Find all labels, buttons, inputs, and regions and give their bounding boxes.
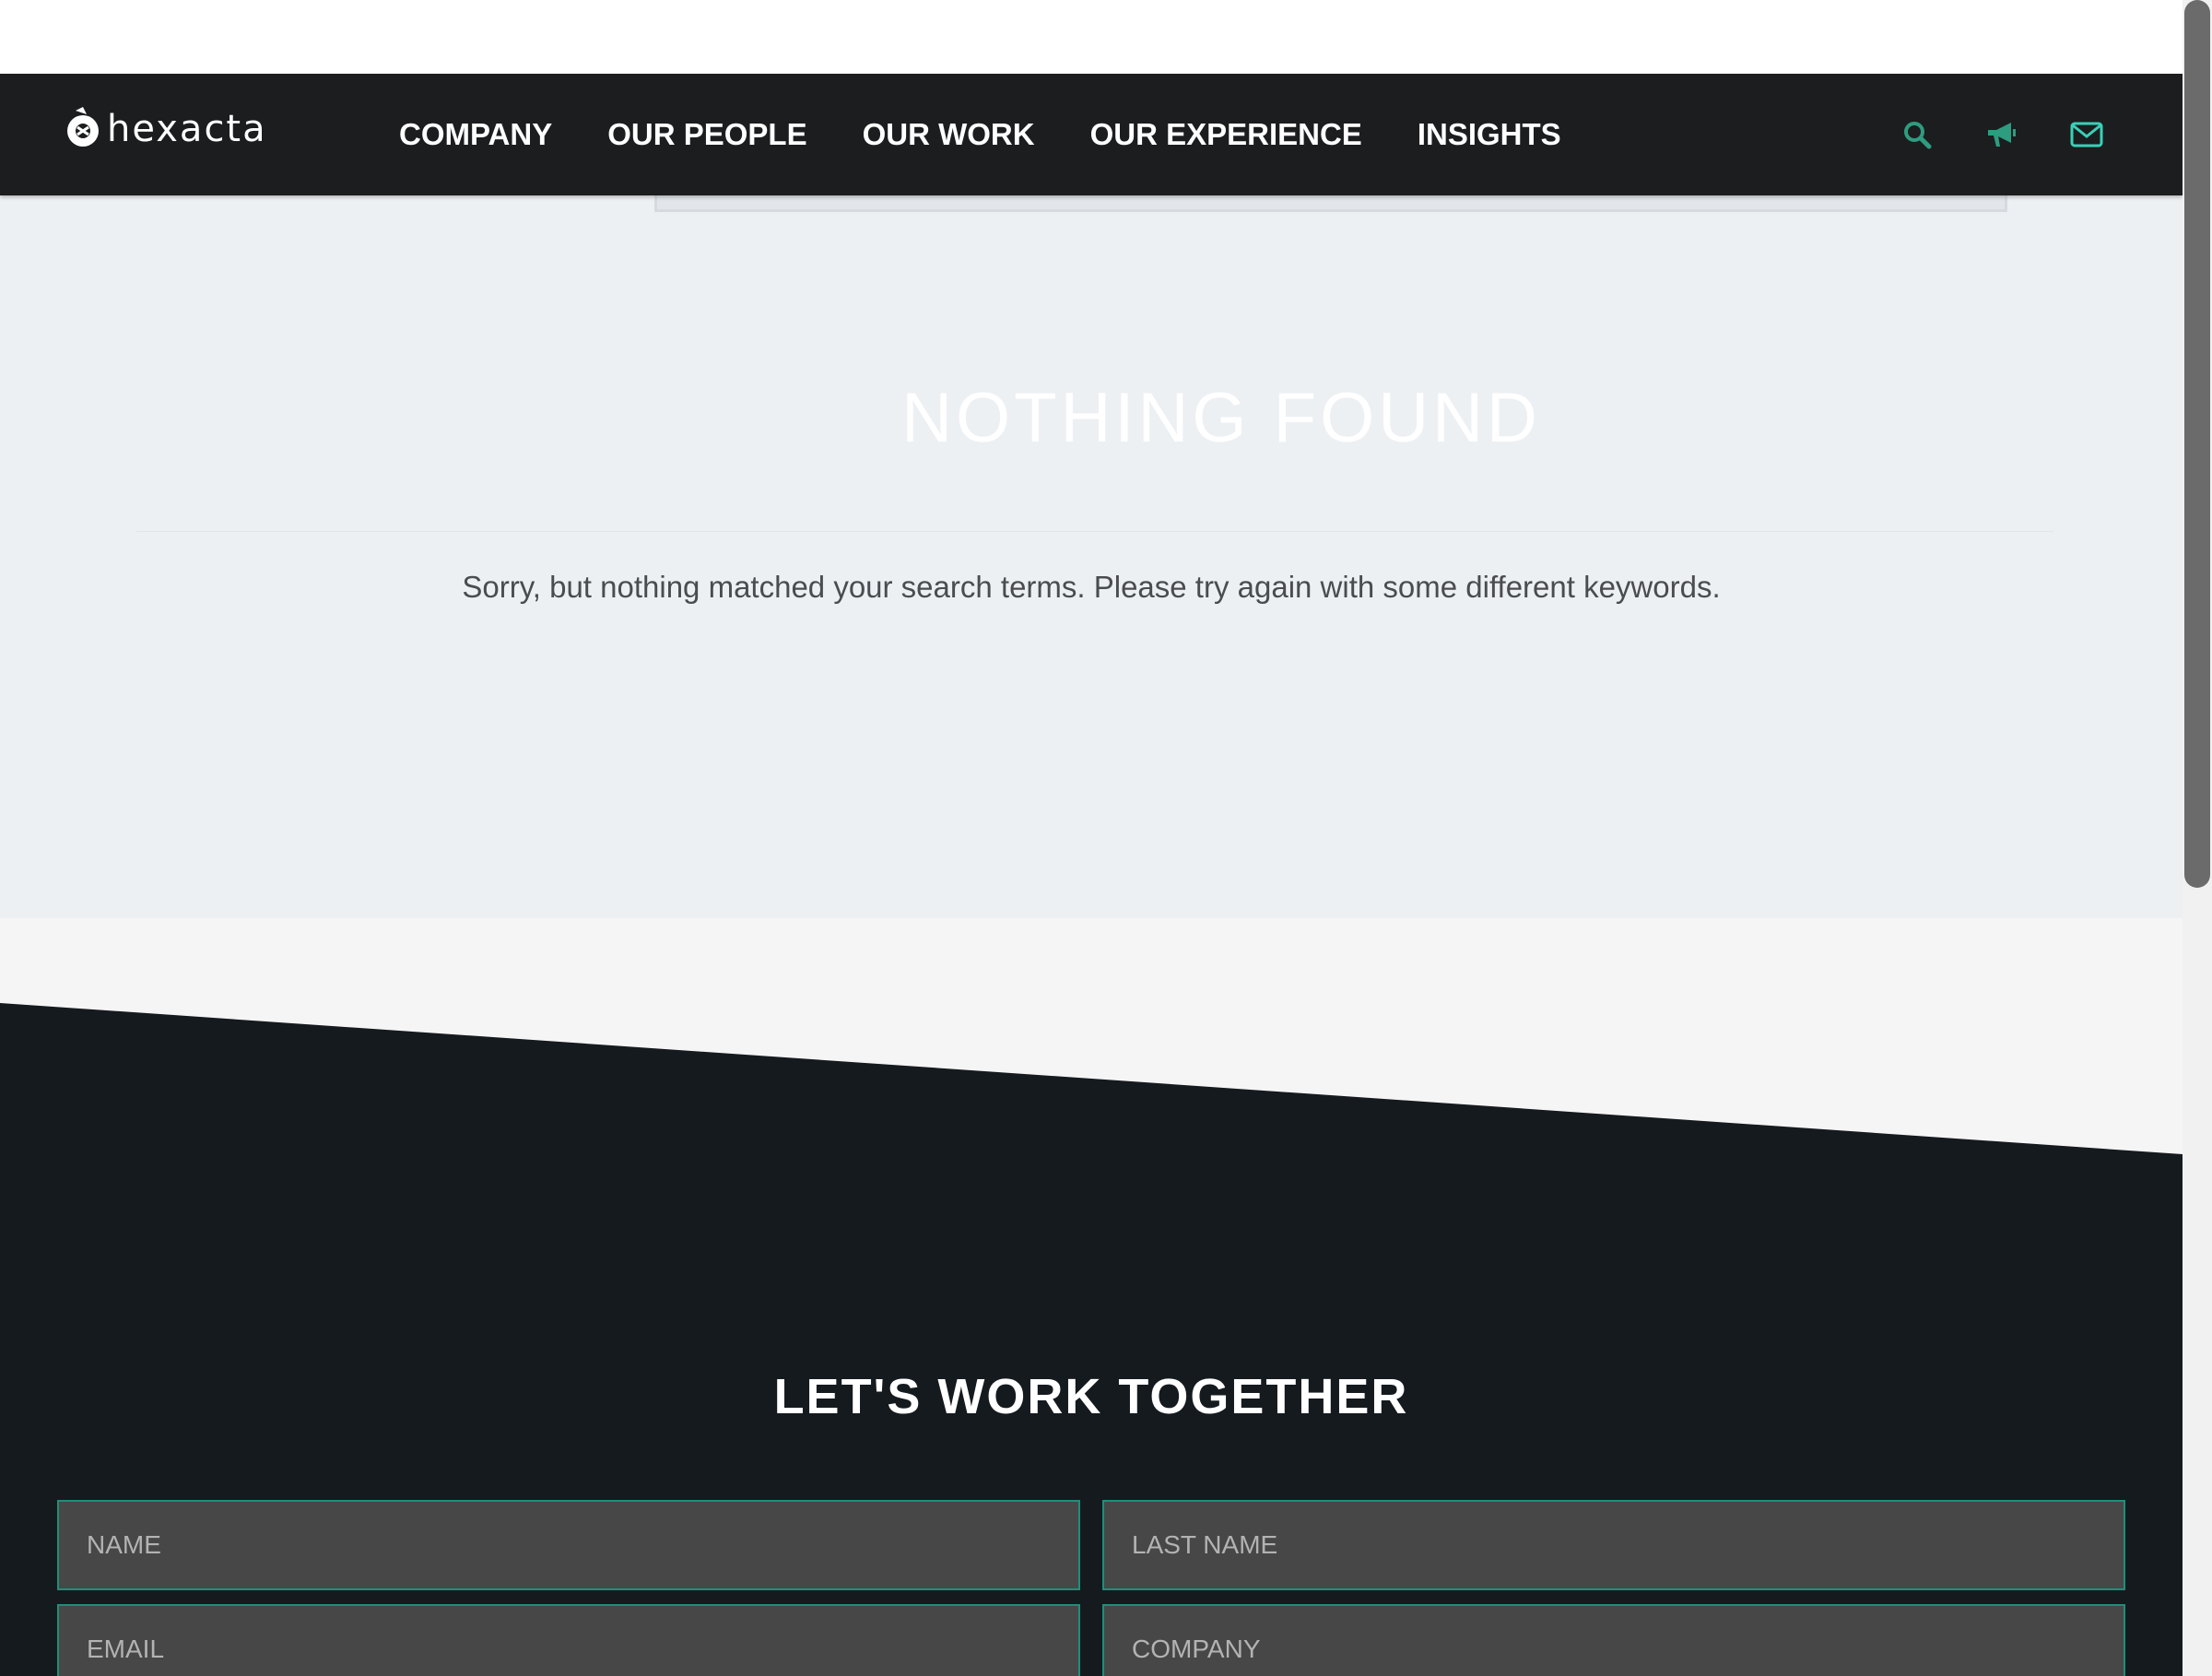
email-input[interactable] (57, 1604, 1080, 1676)
megaphone-icon[interactable] (1985, 118, 2018, 151)
nav-our-experience[interactable]: OUR EXPERIENCE (1090, 117, 1362, 152)
search-icon[interactable] (1900, 118, 1934, 151)
main-content (0, 195, 2183, 918)
divider (136, 531, 2053, 532)
company-input[interactable] (1102, 1604, 2125, 1676)
hexacta-logo-icon (67, 107, 99, 147)
navbar: hexacta COMPANY OUR PEOPLE OUR WORK OUR … (0, 74, 2183, 195)
main-nav: COMPANY OUR PEOPLE OUR WORK OUR EXPERIEN… (399, 74, 1617, 195)
nav-insights[interactable]: INSIGHTS (1418, 117, 1561, 152)
nav-our-people[interactable]: OUR PEOPLE (607, 117, 806, 152)
page: NOTHING FOUND Sorry, but nothing matched… (0, 0, 2183, 1676)
last-name-input[interactable] (1102, 1500, 2125, 1590)
nav-our-work[interactable]: OUR WORK (863, 117, 1035, 152)
no-results-message: Sorry, but nothing matched your search t… (462, 570, 1721, 604)
page-title: NOTHING FOUND (901, 379, 1541, 457)
search-dropdown-panel (654, 195, 2007, 212)
envelope-icon[interactable] (2070, 118, 2103, 151)
contact-title: LET'S WORK TOGETHER (773, 1369, 1409, 1424)
name-input[interactable] (57, 1500, 1080, 1590)
logo[interactable]: hexacta (65, 101, 267, 157)
nav-icons (1900, 74, 2103, 195)
scrollbar-thumb[interactable] (2184, 0, 2210, 888)
logo-text: hexacta (107, 108, 267, 150)
top-strip (0, 0, 2183, 74)
nav-company[interactable]: COMPANY (399, 117, 552, 152)
